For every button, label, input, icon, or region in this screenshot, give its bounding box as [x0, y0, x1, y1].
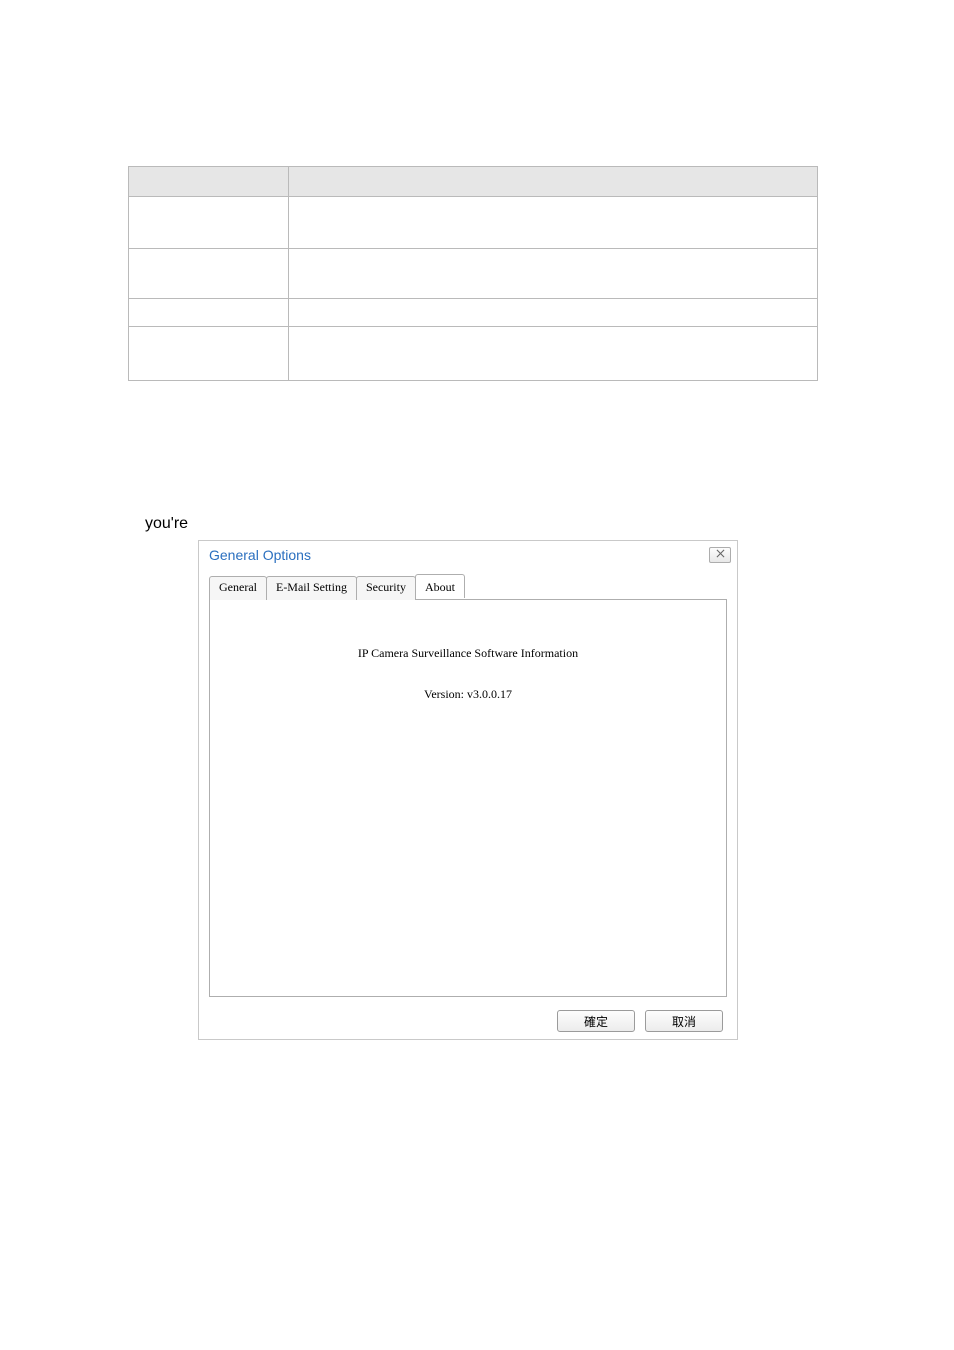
tab-email-setting[interactable]: E-Mail Setting	[266, 576, 357, 600]
dialog-title: General Options	[209, 547, 311, 563]
cancel-button[interactable]: 取消	[645, 1010, 723, 1032]
table-header-cell	[129, 167, 289, 197]
about-info-title: IP Camera Surveillance Software Informat…	[210, 646, 726, 661]
dialog-titlebar: General Options	[199, 541, 737, 569]
table-row	[129, 249, 818, 299]
table-cell	[289, 249, 818, 299]
table-cell	[129, 327, 289, 381]
table-row	[129, 327, 818, 381]
table-header-cell	[289, 167, 818, 197]
table-row	[129, 299, 818, 327]
page-text-youre: you're	[145, 515, 188, 533]
table-cell	[129, 197, 289, 249]
close-icon	[716, 549, 725, 561]
general-options-dialog: General Options General E-Mail Setting S…	[198, 540, 738, 1040]
background-table	[128, 166, 818, 381]
tab-security[interactable]: Security	[356, 576, 416, 600]
table-cell	[129, 299, 289, 327]
dialog-body: General E-Mail Setting Security About IP…	[199, 569, 737, 1003]
table-cell	[289, 299, 818, 327]
about-panel: IP Camera Surveillance Software Informat…	[209, 599, 727, 997]
ok-button[interactable]: 確定	[557, 1010, 635, 1032]
table-header-row	[129, 167, 818, 197]
tab-container: General E-Mail Setting Security About IP…	[209, 575, 727, 995]
tab-row: General E-Mail Setting Security About	[209, 575, 727, 599]
table-cell	[289, 197, 818, 249]
close-button[interactable]	[709, 547, 731, 563]
tab-general[interactable]: General	[209, 576, 267, 600]
table-row	[129, 197, 818, 249]
about-version: Version: v3.0.0.17	[210, 687, 726, 702]
dialog-button-row: 確定 取消	[199, 1003, 737, 1039]
table-cell	[129, 249, 289, 299]
tab-about[interactable]: About	[415, 574, 465, 598]
table-cell	[289, 327, 818, 381]
